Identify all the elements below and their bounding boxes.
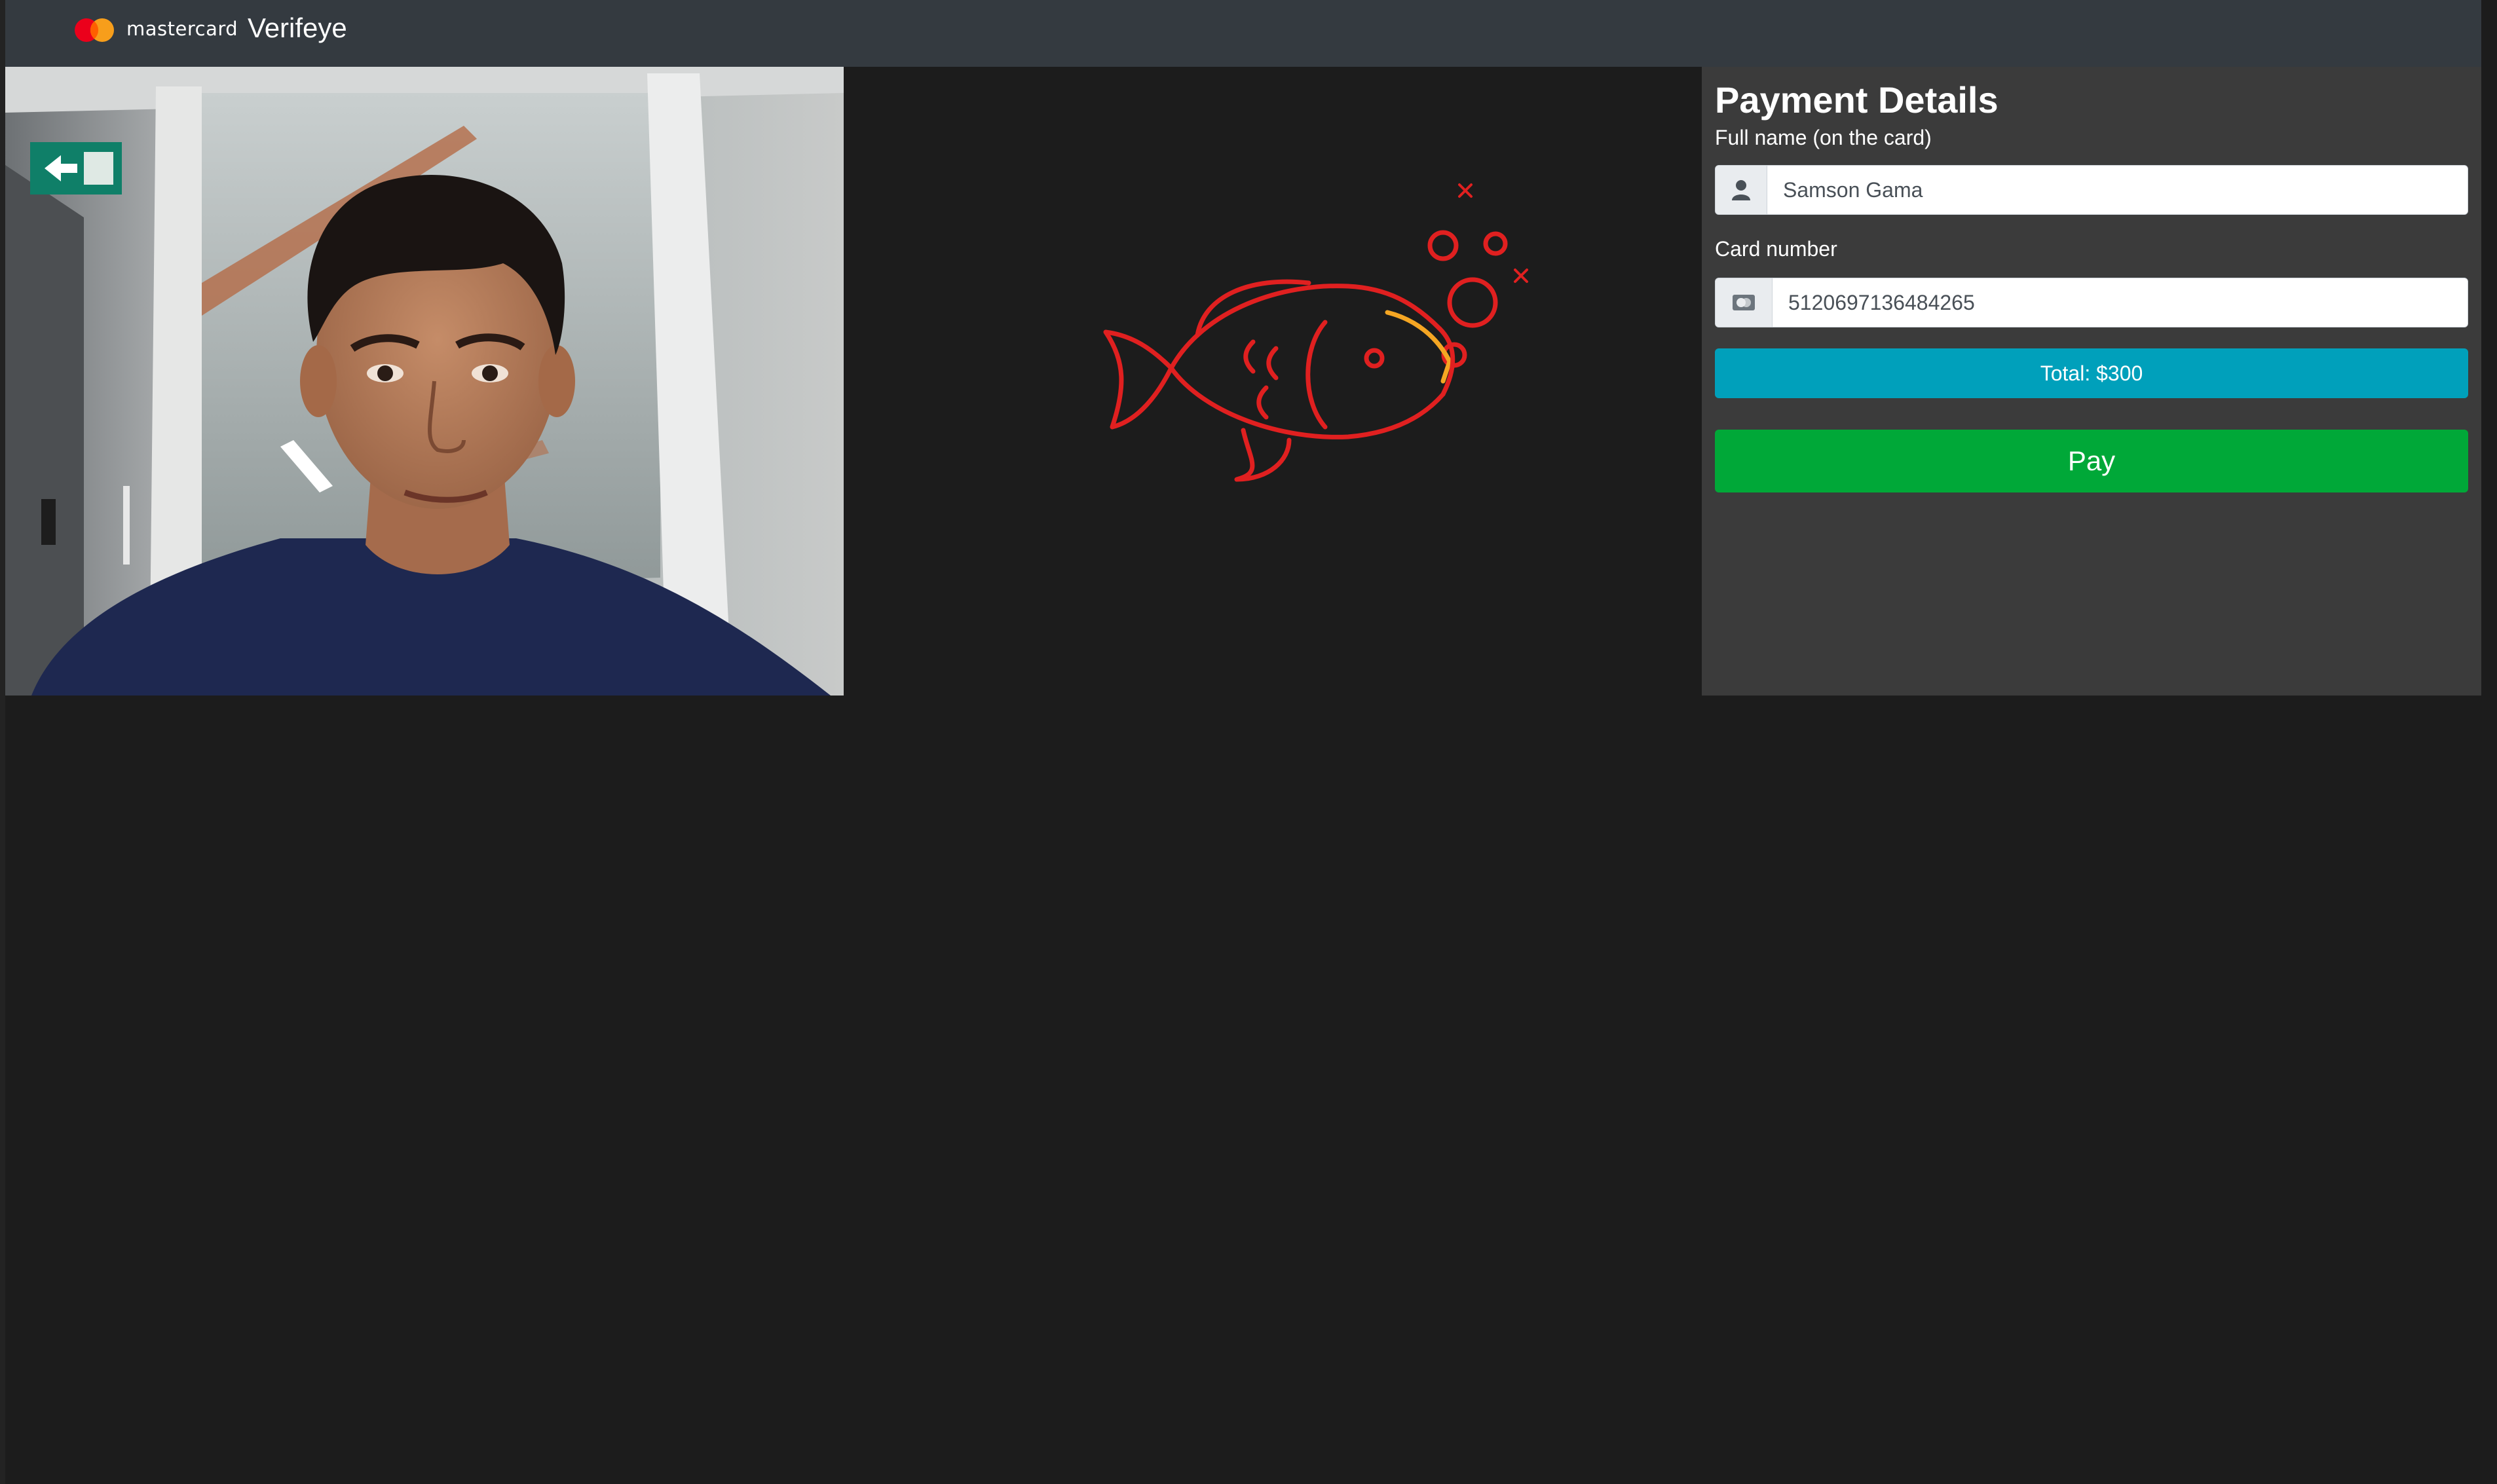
animation-area [844,67,1702,696]
mastercard-wordmark: mastercard [126,18,238,40]
user-icon [1716,166,1767,214]
card-number-label: Card number [1715,237,1837,261]
window-edge [0,0,5,1484]
card-number-input[interactable] [1773,278,2468,327]
webcam-feed [5,67,844,696]
webcam-image [5,67,844,696]
credit-card-icon [1716,278,1773,327]
payment-panel: Payment Details Full name (on the card) … [1702,67,2481,696]
pay-button[interactable]: Pay [1715,430,2468,492]
name-field-group [1715,165,2468,215]
fish-icon [1103,183,1528,482]
top-navbar: mastercard Verifeye [5,0,2481,67]
app-root: mastercard Verifeye Payment Details Full… [0,0,2497,1484]
card-field-group [1715,278,2468,327]
total-display: Total: $300 [1715,348,2468,398]
full-name-input[interactable] [1767,166,2468,214]
name-label: Full name (on the card) [1715,126,1932,149]
mastercard-logo-icon [75,18,114,42]
app-title: Verifeye [248,12,347,43]
payment-title: Payment Details [1715,79,1999,121]
